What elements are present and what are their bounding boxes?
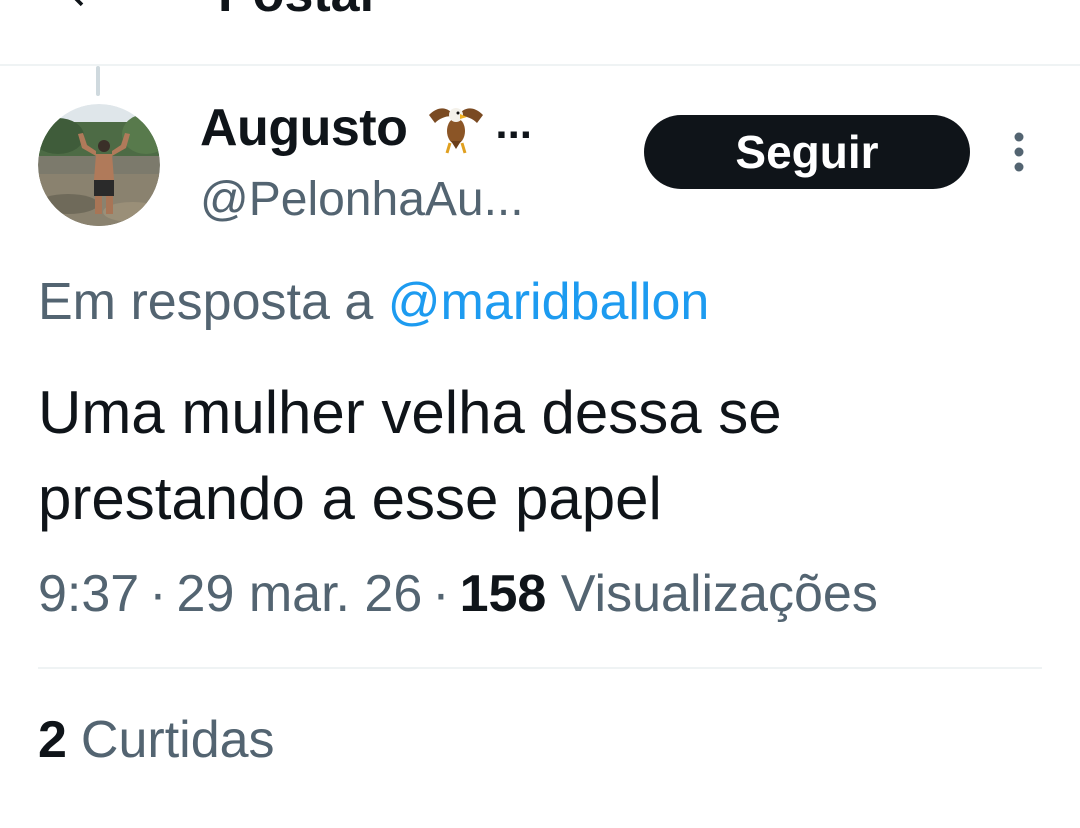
- views-count: 158: [459, 565, 547, 623]
- likes-count: 2: [38, 711, 67, 769]
- reply-prefix: Em resposta a: [38, 273, 374, 331]
- likes-label: Curtidas: [80, 711, 275, 769]
- views-label: Visualizações: [560, 565, 878, 623]
- display-name[interactable]: Augusto: [200, 98, 408, 158]
- follow-button[interactable]: Seguir: [644, 115, 970, 189]
- tweet-meta: 9:37 · 29 mar. 26 · 158 Visualizações: [38, 564, 878, 624]
- more-vertical-icon[interactable]: [1004, 130, 1034, 174]
- eagle-emoji-icon: [429, 108, 484, 154]
- avatar[interactable]: [38, 104, 160, 226]
- author-handle[interactable]: @PelonhaAu...: [200, 172, 524, 227]
- meta-separator: ·: [432, 565, 450, 623]
- likes-stat[interactable]: 2 Curtidas: [38, 710, 275, 770]
- tweet-text: Uma mulher velha dessa se prestando a es…: [38, 379, 782, 532]
- meta-separator: ·: [149, 565, 167, 623]
- tweet-time[interactable]: 9:37: [38, 565, 139, 623]
- reply-mention-link[interactable]: @maridballon: [388, 273, 710, 331]
- reply-context: Em resposta a @maridballon: [38, 272, 709, 332]
- author-name-row[interactable]: Augusto ...: [200, 96, 532, 160]
- top-header: Postar: [0, 0, 1080, 66]
- thread-connector: [96, 66, 100, 96]
- page-title: Postar: [218, 0, 380, 20]
- divider: [38, 667, 1042, 669]
- arrow-left-icon[interactable]: [60, 0, 104, 14]
- name-truncation: ...: [495, 99, 533, 148]
- post-screen: Postar Augusto: [0, 0, 1080, 828]
- tweet-date[interactable]: 29 mar. 26: [177, 565, 423, 623]
